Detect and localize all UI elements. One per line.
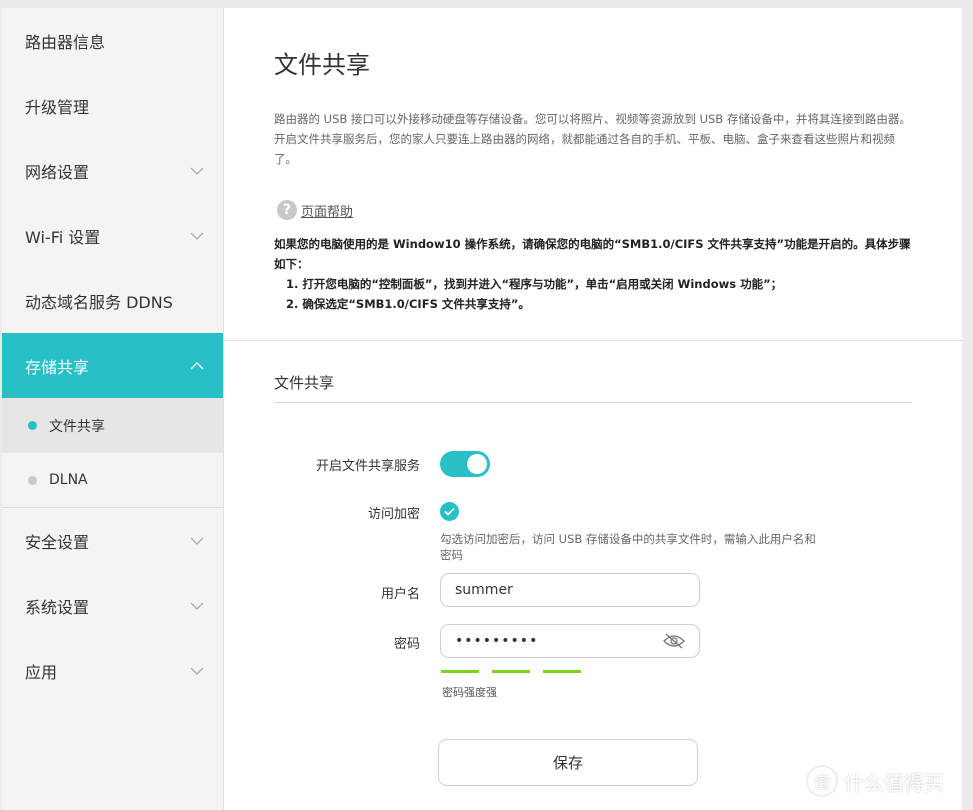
sidebar-item-label: Wi-Fi 设置 (25, 227, 101, 247)
password-input[interactable]: ••••••••• (440, 624, 700, 658)
checkmark-icon (444, 507, 455, 516)
section-divider (224, 340, 962, 341)
sidebar-item-label: 路由器信息 (25, 32, 106, 52)
watermark-text: 什么值得买 (844, 770, 944, 795)
selected-dot-icon (28, 421, 37, 430)
sidebar-item-security[interactable]: 安全设置 (2, 508, 223, 573)
section-title-underline (274, 402, 912, 403)
main-panel: 文件共享 路由器的 USB 接口可以外接移动硬盘等存储设备。您可以将照片、视频等… (224, 8, 962, 810)
section-title: 文件共享 (274, 374, 335, 392)
sidebar-item-label: 安全设置 (25, 532, 90, 552)
strength-bar-1 (441, 670, 479, 673)
page-title: 文件共享 (274, 51, 370, 79)
help-icon: ? (277, 200, 297, 220)
encrypt-checkbox[interactable] (440, 502, 459, 521)
chevron-up-icon (190, 361, 204, 369)
sidebar-item-label: 存储共享 (25, 357, 90, 377)
hide-password-icon[interactable] (663, 633, 685, 649)
strength-bar-2 (492, 670, 530, 673)
username-input[interactable]: summer (440, 573, 700, 607)
notice-step-2: 2. 确保选定“SMB1.0/CIFS 文件共享支持”。 (286, 297, 530, 311)
sidebar-item-apps[interactable]: 应用 (2, 638, 223, 703)
sidebar-item-wifi[interactable]: Wi-Fi 设置 (2, 203, 223, 268)
sidebar-item-storage-share[interactable]: 存储共享 (2, 333, 223, 398)
sidebar-item-router-info[interactable]: 路由器信息 (2, 8, 223, 73)
page-description: 路由器的 USB 接口可以外接移动硬盘等存储设备。您可以将照片、视频等资源放到 … (274, 112, 911, 166)
sidebar-subitem-label: DLNA (49, 472, 88, 488)
encrypt-hint: 勾选访问加密后，访问 USB 存储设备中的共享文件时，需输入此用户名和密码 (440, 532, 816, 562)
notice-intro: 如果您的电脑使用的是 Window10 操作系统，请确保您的电脑的“SMB1.0… (274, 237, 911, 271)
sidebar-item-label: 动态域名服务 DDNS (25, 292, 173, 312)
username-value: summer (455, 582, 513, 598)
page-help-link[interactable]: ? 页面帮助 (277, 200, 353, 220)
sidebar-subitem-file-share[interactable]: 文件共享 (2, 398, 223, 453)
chevron-down-icon (190, 602, 204, 610)
dot-icon (28, 475, 37, 485)
encrypt-label: 访问加密 (367, 507, 420, 522)
password-value: ••••••••• (455, 633, 539, 649)
sidebar-item-ddns[interactable]: 动态域名服务 DDNS (2, 268, 223, 333)
watermark-logo-icon: 值 (806, 765, 838, 797)
chevron-down-icon (190, 537, 204, 545)
help-link-label[interactable]: 页面帮助 (301, 201, 353, 220)
sidebar-subitem-dlna[interactable]: DLNA (2, 453, 223, 508)
username-label: 用户名 (380, 587, 420, 602)
sidebar-item-label: 系统设置 (25, 597, 90, 617)
notice-step-1: 1. 打开您电脑的“控制面板”，找到并进入“程序与功能”，单击“启用或关闭 Wi… (286, 277, 783, 291)
enable-share-toggle[interactable] (440, 451, 490, 477)
password-strength-label: 密码强度强 (442, 686, 497, 699)
enable-share-label: 开启文件共享服务 (315, 459, 420, 474)
password-label: 密码 (393, 637, 420, 652)
sidebar-item-label: 升级管理 (25, 97, 90, 117)
strength-bar-3 (543, 670, 581, 673)
watermark: 值 什么值得买 (806, 765, 944, 797)
sidebar-subitem-label: 文件共享 (49, 418, 105, 435)
chevron-down-icon (190, 667, 204, 675)
sidebar-item-network[interactable]: 网络设置 (2, 138, 223, 203)
chevron-down-icon (190, 167, 204, 175)
sidebar: 路由器信息 升级管理 网络设置 Wi-Fi 设置 动态域名服务 DDNS 存储共… (2, 8, 224, 810)
sidebar-item-upgrade[interactable]: 升级管理 (2, 73, 223, 138)
sidebar-item-label: 网络设置 (25, 162, 90, 182)
sidebar-item-system[interactable]: 系统设置 (2, 573, 223, 638)
toggle-knob (467, 454, 487, 474)
chevron-down-icon (190, 232, 204, 240)
windows-notice: 如果您的电脑使用的是 Window10 操作系统，请确保您的电脑的“SMB1.0… (274, 234, 914, 314)
save-button[interactable]: 保存 (438, 739, 698, 786)
sidebar-item-label: 应用 (25, 662, 58, 682)
